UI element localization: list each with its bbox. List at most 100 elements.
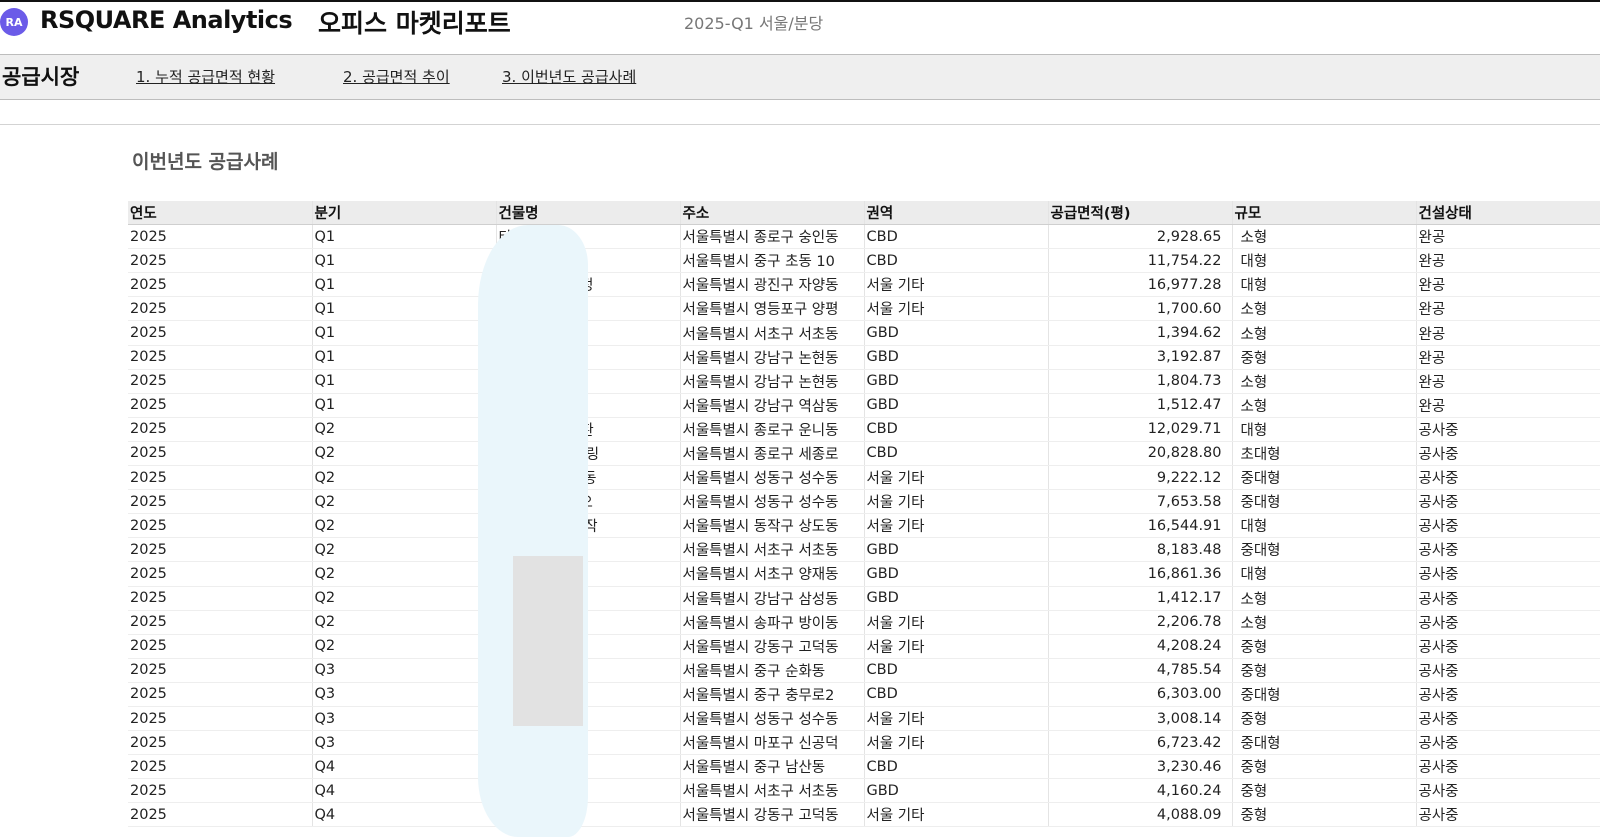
cell-status: 공사중 <box>1416 513 1600 539</box>
table-row[interactable]: 2025Q2성수이로 62 오서울특별시 성동구 성수동서울 기타7,653.5… <box>128 489 1600 515</box>
cell-address: 서울특별시 강남구 역삼동 <box>680 393 865 418</box>
cell-quarter: Q2 <box>312 634 497 659</box>
cell-size: 소형 <box>1232 369 1417 394</box>
cell-supply-area: 16,977.28 <box>1048 272 1233 298</box>
cell-district: GBD <box>864 369 1049 394</box>
tab-supply-trend[interactable]: 2. 공급면적 추이 <box>343 66 450 87</box>
table-row[interactable]: 2025Q4(고덕비즈서울특별시 강동구 고덕동서울 기타4,088.09중형공… <box>128 802 1600 828</box>
cell-year: 2025 <box>128 393 313 418</box>
cell-supply-area: 11,754.22 <box>1048 248 1233 274</box>
cell-year: 2025 <box>128 369 313 394</box>
cell-address: 서울특별시 성동구 성수동 <box>680 706 865 732</box>
cell-year: 2025 <box>128 634 313 659</box>
table-row[interactable]: 2025Q2워서울특별시 송파구 방이동서울 기타2,206.78소형공사중 <box>128 610 1600 635</box>
cell-size: 중형 <box>1232 778 1417 804</box>
table-row[interactable]: 2025Q1역개발원 사옥서울특별시 강남구 논현동GBD3,192.87중형완… <box>128 345 1600 370</box>
table-row[interactable]: 2025Q3사옥(순화 도서울특별시 중구 순화동CBD4,785.54중형공사… <box>128 658 1600 683</box>
table-row[interactable]: 2025Q1워 한강서울특별시 영등포구 양평서울 기타1,700.60소형완공 <box>128 296 1600 322</box>
cell-district: CBD <box>864 417 1049 442</box>
table-row[interactable]: 2025Q44-5 교육연구서울특별시 중구 남산동CBD3,230.46중형공… <box>128 754 1600 780</box>
table-row[interactable]: 2025Q3파크 업무시설서울특별시 마포구 신공덕서울 기타6,723.42중… <box>128 730 1600 756</box>
cell-district: CBD <box>864 658 1049 683</box>
table-row[interactable]: 2025Q1퍼스서울특별시 서초구 서초동GBD1,394.62소형완공 <box>128 320 1600 346</box>
cell-district: GBD <box>864 345 1049 370</box>
col-size[interactable]: 규모 <box>1232 201 1417 226</box>
cell-district: 서울 기타 <box>864 296 1049 322</box>
cell-quarter: Q2 <box>312 417 497 442</box>
table-row[interactable]: 2025Q1OWER서울특별시 강남구 논현동GBD1,804.73소형완공 <box>128 369 1600 394</box>
cell-quarter: Q1 <box>312 248 497 274</box>
divider <box>0 100 1600 125</box>
table-row[interactable]: 2025Q2컴바인드 성수동서울특별시 성동구 성수동서울 기타9,222.12… <box>128 465 1600 491</box>
table-row[interactable]: 2025Q3성수서울특별시 성동구 성수동서울 기타3,008.14중형공사중 <box>128 706 1600 732</box>
col-district[interactable]: 권역 <box>864 201 1049 226</box>
table-row[interactable]: 2025 Q1 서울특별시 강남구 역삼동 GBD 1,512.47 소형 완공 <box>128 393 1600 418</box>
cell-address: 서울특별시 성동구 성수동 <box>680 465 865 491</box>
cell-year: 2025 <box>128 465 313 491</box>
cell-district: GBD <box>864 778 1049 804</box>
table-row[interactable]: 2025Q2딩(고덕강일서울특별시 강동구 고덕동서울 기타4,208.24중형… <box>128 634 1600 659</box>
cell-year: 2025 <box>128 513 313 539</box>
cell-status: 공사중 <box>1416 489 1600 515</box>
cell-address: 서울특별시 서초구 서초동 <box>680 537 865 563</box>
supply-table: 연도 분기 건물명 주소 권역 공급면적(평) 규모 건설상태 2025Q1타워… <box>128 201 1600 828</box>
table-row[interactable]: 2025Q1107서울특별시 중구 초동 10CBD11,754.22대형완공 <box>128 248 1600 274</box>
report-title: 오피스 마켓리포트 <box>318 9 511 38</box>
table-row[interactable]: 2025Q2합행정타운(동작서울특별시 동작구 상도동서울 기타16,544.9… <box>128 513 1600 539</box>
cell-supply-area: 16,861.36 <box>1048 561 1233 587</box>
cell-year: 2025 <box>128 802 313 828</box>
cell-address: 서울특별시 중구 충무로2 <box>680 682 865 707</box>
cell-quarter: Q3 <box>312 682 497 707</box>
cell-status: 공사중 <box>1416 610 1600 635</box>
cell-supply-area: 2,206.78 <box>1048 610 1233 635</box>
cell-status: 공사중 <box>1416 537 1600 563</box>
cell-district: 서울 기타 <box>864 465 1049 491</box>
col-building-name[interactable]: 건물명 <box>496 201 681 226</box>
table-header-row: 연도 분기 건물명 주소 권역 공급면적(평) 규모 건설상태 <box>128 201 1600 226</box>
table-row[interactable]: 2025Q2WEST(리모델링서울특별시 종로구 세종로CBD20,828.80… <box>128 441 1600 467</box>
cell-status: 공사중 <box>1416 586 1600 611</box>
section-title: 이번년도 공급사례 <box>132 151 279 173</box>
col-supply-area[interactable]: 공급면적(평) <box>1048 201 1233 226</box>
cell-status: 공사중 <box>1416 634 1600 659</box>
cell-address: 서울특별시 종로구 숭인동 <box>680 224 865 250</box>
table-row[interactable]: 2025Q2백암빌딩 재건서울특별시 서초구 서초동GBD8,183.48중대형… <box>128 537 1600 563</box>
cell-supply-area: 1,412.17 <box>1048 586 1233 611</box>
cell-address: 서울특별시 광진구 자양동 <box>680 272 865 298</box>
table-row[interactable]: 2025Q2KR1 강남 데이서울특별시 서초구 양재동GBD16,861.36… <box>128 561 1600 587</box>
table-row[interactable]: 2025Q2OWER(구 삼환서울특별시 종로구 운니동CBD12,029.71… <box>128 417 1600 442</box>
cell-address: 서울특별시 강남구 논현동 <box>680 345 865 370</box>
cell-district: 서울 기타 <box>864 730 1049 756</box>
cell-address: 서울특별시 중구 순화동 <box>680 658 865 683</box>
table-row[interactable]: 2025Q21 태광사옥서울특별시 강남구 삼성동GBD1,412.17소형공사… <box>128 586 1600 611</box>
cell-supply-area: 12,029.71 <box>1048 417 1233 442</box>
cell-year: 2025 <box>128 224 313 250</box>
redaction-mark <box>513 556 583 726</box>
table-row[interactable]: 2025Q4-15 업무시설서울특별시 서초구 서초동GBD4,160.24중형… <box>128 778 1600 804</box>
cell-quarter: Q2 <box>312 537 497 563</box>
table-row[interactable]: 2025Q1타워(자양1재정서울특별시 광진구 자양동서울 기타16,977.2… <box>128 272 1600 298</box>
tab-this-year-supply[interactable]: 3. 이번년도 공급사례 <box>502 66 636 87</box>
col-address[interactable]: 주소 <box>680 201 865 226</box>
cell-size: 중대형 <box>1232 730 1417 756</box>
logo-icon: RA <box>0 8 28 36</box>
col-quarter[interactable]: 분기 <box>312 201 497 226</box>
cell-size: 중형 <box>1232 754 1417 780</box>
cell-status: 완공 <box>1416 393 1600 418</box>
cell-district: GBD <box>864 586 1049 611</box>
table-row[interactable]: 2025Q3N타워서울특별시 중구 충무로2CBD6,303.00중대형공사중 <box>128 682 1600 707</box>
cell-supply-area: 3,192.87 <box>1048 345 1233 370</box>
cell-year: 2025 <box>128 441 313 467</box>
cell-status: 완공 <box>1416 272 1600 298</box>
cell-district: GBD <box>864 537 1049 563</box>
cell-address: 서울특별시 강남구 논현동 <box>680 369 865 394</box>
cell-supply-area: 4,785.54 <box>1048 658 1233 683</box>
table-row[interactable]: 2025Q1타워서울특별시 종로구 숭인동CBD2,928.65소형완공 <box>128 224 1600 250</box>
cell-supply-area: 4,088.09 <box>1048 802 1233 828</box>
cell-supply-area: 6,723.42 <box>1048 730 1233 756</box>
col-year[interactable]: 연도 <box>128 201 313 226</box>
col-status[interactable]: 건설상태 <box>1416 201 1600 226</box>
cell-address: 서울특별시 서초구 서초동 <box>680 778 865 804</box>
cell-status: 공사중 <box>1416 658 1600 683</box>
tab-cumulative-supply[interactable]: 1. 누적 공급면적 현황 <box>136 66 275 87</box>
